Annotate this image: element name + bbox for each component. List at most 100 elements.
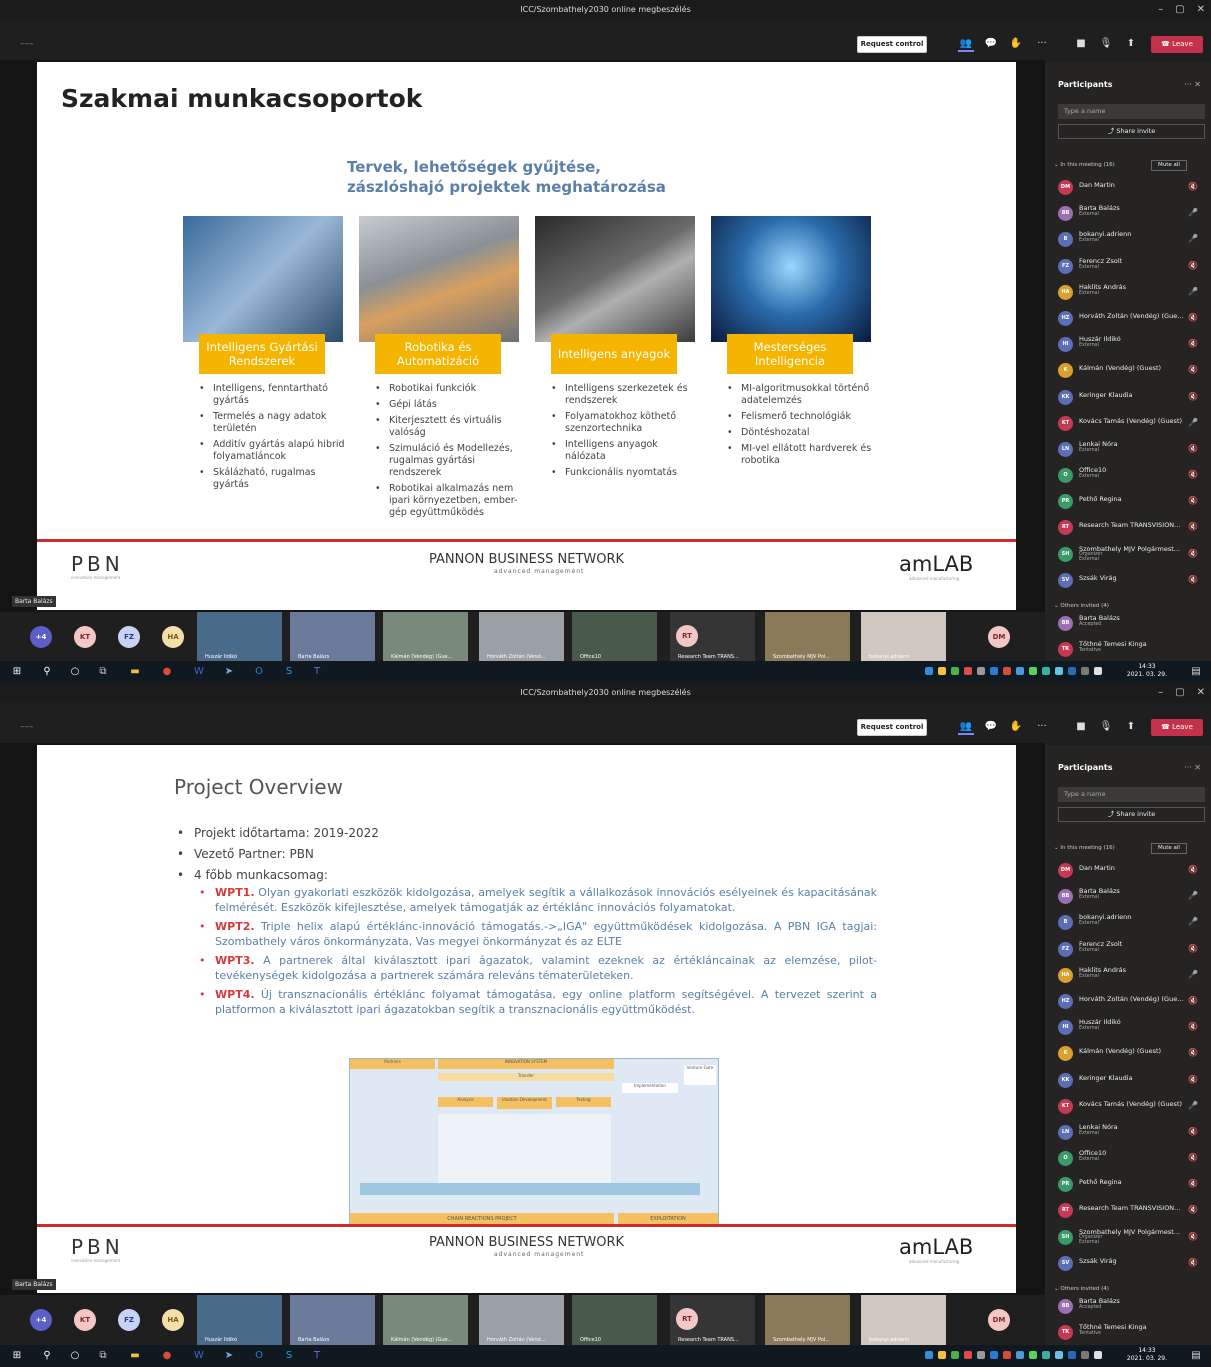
request-control-button[interactable]: Request control [857, 719, 927, 736]
share-invite-button[interactable]: ⤴ Share invite [1058, 807, 1205, 822]
close-panel-icon[interactable]: ✕ [1194, 763, 1201, 772]
video-tile[interactable]: Barta Balázs [290, 612, 375, 662]
reactions-icon[interactable]: ✋ [1008, 719, 1024, 735]
file-explorer-icon[interactable]: ▬ [128, 1349, 142, 1363]
participant-row[interactable]: PR Pethő Regina 🔇 [1045, 1172, 1211, 1198]
tray-icon[interactable] [938, 667, 946, 675]
mic-off-icon[interactable]: 🎙 [1098, 719, 1114, 735]
share-invite-button[interactable]: ⤴ Share invite [1058, 124, 1205, 139]
tray-icon[interactable] [1003, 667, 1011, 675]
participant-row[interactable]: HZ Horváth Zoltán (Vendég) (Gue... 🔇 [1045, 989, 1211, 1015]
participant-row[interactable]: HI Huszár Ildikó External 🔇 [1045, 332, 1211, 358]
participant-row[interactable]: KK Keringer Klaudia 🔇 [1045, 1068, 1211, 1094]
tray-icon[interactable] [964, 1351, 972, 1359]
tray-icon[interactable] [990, 667, 998, 675]
participant-row[interactable]: HZ Horváth Zoltán (Vendég) (Gue... 🔇 [1045, 306, 1211, 332]
chat-icon[interactable]: 💬 [983, 719, 999, 735]
taskbar-clock[interactable]: 14:33 2021. 03. 29. [1127, 663, 1167, 679]
in-meeting-header[interactable]: ⌄ In this meeting (16) [1054, 162, 1115, 168]
participant-row[interactable]: HI Huszár Ildikó External 🔇 [1045, 1015, 1211, 1041]
share-screen-icon[interactable]: ⬆ [1123, 719, 1139, 735]
app-icon[interactable]: ➤ [222, 1349, 236, 1363]
chrome-icon[interactable]: ● [160, 665, 174, 679]
participant-row[interactable]: BB Barta Balázs External 🎤 [1045, 201, 1211, 227]
taskbar-clock[interactable]: 14:33 2021. 03. 29. [1127, 1347, 1167, 1363]
leave-button[interactable]: ☎ Leave [1151, 36, 1203, 53]
invited-row[interactable]: TK Tőthné Temesi Kinga Tentative [1045, 1320, 1211, 1346]
video-tile[interactable]: bokanyi.adrienn [861, 1295, 946, 1345]
tray-icon[interactable] [1068, 667, 1076, 675]
maximize-icon[interactable]: ▢ [1175, 0, 1184, 20]
task-view-icon[interactable]: ⧉ [96, 665, 110, 679]
tray-icon[interactable] [964, 667, 972, 675]
others-invited-header[interactable]: ⌄ Others invited (4) [1054, 603, 1109, 609]
others-invited-header[interactable]: ⌄ Others invited (4) [1054, 1286, 1109, 1292]
video-tile[interactable]: Szombathely MJV Pol... [765, 612, 850, 662]
tray-icon[interactable] [1055, 1351, 1063, 1359]
participant-row[interactable]: SH Szombathely MJV Polgármest... Organizer… [1045, 542, 1211, 568]
search-input[interactable]: Type a name [1058, 104, 1205, 119]
participant-bubble[interactable]: +4 [30, 1309, 52, 1331]
participant-row[interactable]: FZ Ferencz Zsolt External 🔇 [1045, 254, 1211, 280]
participant-row[interactable]: Bbokanyi.adrienn External 🎤 [1045, 910, 1211, 936]
more-options-icon[interactable]: ··· [1034, 36, 1050, 52]
participant-row[interactable]: SV Szsák Virág 🔇 [1045, 1251, 1211, 1277]
video-tile[interactable]: Huszár Ildikó [197, 612, 282, 662]
video-tile[interactable]: Office10 [572, 612, 657, 662]
tray-icon[interactable] [1042, 667, 1050, 675]
participant-bubble[interactable]: FZ [118, 1309, 140, 1331]
participant-row[interactable]: PR Pethő Regina 🔇 [1045, 489, 1211, 515]
participant-bubble[interactable]: HA [162, 1309, 184, 1331]
video-tile[interactable]: Horváth Zoltán (Vend... [479, 612, 564, 662]
video-tile[interactable]: Barta Balázs [290, 1295, 375, 1345]
cortana-icon[interactable]: ○ [68, 1349, 82, 1363]
tray-icon[interactable] [1016, 667, 1024, 675]
tray-icon[interactable] [1029, 1351, 1037, 1359]
participant-row[interactable]: K Kálmán (Vendég) (Guest) 🔇 [1045, 1041, 1211, 1067]
video-tile[interactable]: Kálmán (Vendég) (Gue... [383, 1295, 468, 1345]
request-control-button[interactable]: Request control [857, 36, 927, 53]
app-icon[interactable]: ➤ [222, 665, 236, 679]
close-panel-icon[interactable]: ✕ [1194, 80, 1201, 89]
participant-row[interactable]: FZ Ferencz Zsolt External 🔇 [1045, 937, 1211, 963]
participant-row[interactable]: KT Kovács Tamás (Vendég) (Guest) 🎤 [1045, 1094, 1211, 1120]
close-icon[interactable]: ✕ [1197, 683, 1205, 703]
video-tile[interactable]: Horváth Zoltán (Vend... [479, 1295, 564, 1345]
participants-icon[interactable]: 👥 [958, 719, 974, 735]
tray-icon[interactable] [1055, 667, 1063, 675]
task-view-icon[interactable]: ⧉ [96, 1349, 110, 1363]
invited-row[interactable]: BB Barta Balázs Accepted [1045, 1294, 1211, 1320]
tray-icon[interactable] [1042, 1351, 1050, 1359]
notification-icon[interactable]: ▤ [1189, 1349, 1203, 1363]
participant-row[interactable]: DM Dan Martin 🔇 [1045, 175, 1211, 201]
more-options-icon[interactable]: ··· [1034, 719, 1050, 735]
participant-bubble[interactable]: DM [988, 1309, 1010, 1331]
participant-row[interactable]: O Office10 External 🔇 [1045, 463, 1211, 489]
mute-all-button[interactable]: Mute all [1151, 160, 1187, 171]
participant-bubble[interactable]: +4 [30, 626, 52, 648]
search-icon[interactable]: ⚲ [40, 1349, 54, 1363]
mute-all-button[interactable]: Mute all [1151, 843, 1187, 854]
invited-row[interactable]: TK Tőthné Temesi Kinga Tentative [1045, 637, 1211, 663]
participant-bubble[interactable]: DM [988, 626, 1010, 648]
video-tile[interactable]: Office10 [572, 1295, 657, 1345]
participant-bubble[interactable]: KT [74, 1309, 96, 1331]
share-screen-icon[interactable]: ⬆ [1123, 36, 1139, 52]
file-explorer-icon[interactable]: ▬ [128, 665, 142, 679]
participant-row[interactable]: SV Szsák Virág 🔇 [1045, 568, 1211, 594]
search-icon[interactable]: ⚲ [40, 665, 54, 679]
close-icon[interactable]: ✕ [1197, 0, 1205, 20]
camera-off-icon[interactable]: ■ [1073, 719, 1089, 735]
participant-row[interactable]: HA Haklits András External 🎤 [1045, 963, 1211, 989]
participant-bubble[interactable]: FZ [118, 626, 140, 648]
leave-button[interactable]: ☎ Leave [1151, 719, 1203, 736]
participant-row[interactable]: KT Kovács Tamás (Vendég) (Guest) 🎤 [1045, 411, 1211, 437]
teams-icon[interactable]: T [310, 1349, 324, 1363]
more-options-icon[interactable]: ··· [1184, 763, 1194, 772]
in-meeting-header[interactable]: ⌄ In this meeting (16) [1054, 845, 1115, 851]
outlook-icon[interactable]: O [252, 1349, 266, 1363]
video-tile[interactable]: RT Research Team TRANS... [670, 612, 755, 662]
participant-row[interactable]: K Kálmán (Vendég) (Guest) 🔇 [1045, 358, 1211, 384]
teams-icon[interactable]: T [310, 665, 324, 679]
tray-icon[interactable] [977, 667, 985, 675]
